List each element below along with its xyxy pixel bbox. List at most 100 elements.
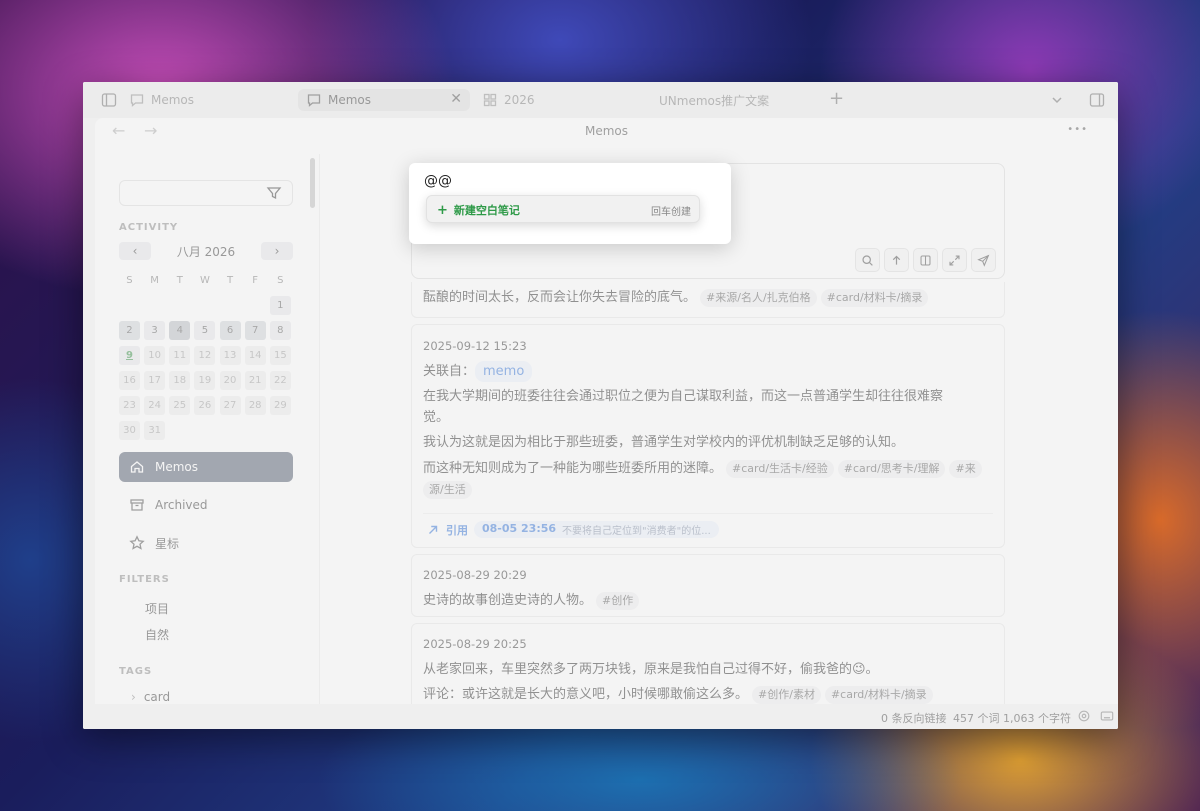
status-bar: 0 条反向链接 457 个词 1,063 个字符 — [83, 704, 1118, 729]
memo-tag[interactable]: 源/生活 — [423, 481, 472, 499]
memo-tag[interactable]: #创作/素材 — [752, 686, 821, 704]
calendar-day[interactable]: 7 — [244, 321, 266, 340]
memo-tag[interactable]: #card/生活卡/经验 — [726, 460, 834, 478]
calendar-day[interactable]: 6 — [219, 321, 241, 340]
calendar-day[interactable]: 16 — [119, 371, 140, 390]
related-prefix: 关联自： — [423, 364, 476, 379]
filter-item-project[interactable]: 项目 — [145, 600, 169, 617]
send-button[interactable] — [971, 248, 996, 272]
calendar-day[interactable]: 10 — [144, 346, 166, 365]
keyboard-icon[interactable] — [1100, 709, 1114, 726]
calendar-day[interactable]: 28 — [244, 396, 266, 415]
tab-2026[interactable]: 2026 — [482, 90, 535, 110]
tab-label: Memos — [328, 93, 372, 107]
memo-reference[interactable]: 引用 08-05 23:56 不要将自己定位到"消费者"的位... — [426, 521, 719, 538]
memo-tag-wrap: 源/生活 — [423, 479, 993, 500]
calendar-week: 23 24 25 26 27 28 29 — [119, 393, 295, 418]
memo-text: 从老家回来，车里突然多了两万块钱，原来是我怕自己过得不好，偷我爸的😉。 — [423, 662, 879, 677]
upload-button[interactable] — [884, 248, 909, 272]
archive-icon — [129, 497, 145, 513]
calendar-day[interactable]: 8 — [269, 321, 291, 340]
calendar-day[interactable]: 25 — [169, 396, 191, 415]
related-memo-link[interactable]: memo — [475, 361, 533, 382]
home-icon — [129, 459, 145, 475]
memo-tag[interactable]: #来源/名人/扎克伯格 — [700, 289, 817, 307]
memo-card[interactable]: 2025-09-12 15:23 关联自： memo 在我大学期间的班委往往会通过… — [411, 324, 1005, 548]
tab-list-button[interactable] — [1049, 90, 1065, 110]
calendar-day[interactable]: 17 — [144, 371, 166, 390]
toggle-right-sidebar-button[interactable] — [1089, 90, 1105, 110]
memo-text: 史诗的故事创造史诗的人物。 — [423, 593, 593, 608]
calendar-day[interactable]: 26 — [194, 396, 216, 415]
memo-tag[interactable]: #card/材料卡/摘录 — [820, 289, 929, 307]
calendar-day[interactable]: 18 — [169, 371, 191, 390]
calendar-day[interactable]: 3 — [144, 321, 166, 340]
calendar-day[interactable]: 13 — [219, 346, 241, 365]
more-options-button[interactable]: ••• — [1067, 124, 1088, 135]
tab-label: Memos — [151, 93, 195, 107]
memo-card[interactable]: 2025-08-29 20:29 史诗的故事创造史诗的人物。 #创作 — [411, 554, 1005, 617]
char-count: 1,063 个字符 — [1003, 712, 1071, 725]
calendar-day[interactable]: 27 — [219, 396, 241, 415]
toggle-sidebar-button[interactable] — [101, 90, 117, 110]
search-button[interactable] — [855, 248, 880, 272]
new-tab-button[interactable]: + — [829, 88, 844, 109]
sidebar-item-memos[interactable]: Memos — [119, 452, 293, 482]
calendar-day[interactable]: 19 — [194, 371, 216, 390]
calendar-day[interactable]: 14 — [244, 346, 266, 365]
next-month-button[interactable]: › — [261, 242, 293, 260]
tab-memos-inactive[interactable]: Memos — [129, 90, 194, 110]
sync-status-icon[interactable] — [1077, 709, 1091, 726]
search-input[interactable] — [119, 180, 293, 206]
calendar-day[interactable]: 22 — [269, 371, 291, 390]
calendar-day[interactable]: 12 — [194, 346, 216, 365]
calendar-day[interactable]: 1 — [269, 296, 291, 315]
calendar-day[interactable]: 11 — [169, 346, 191, 365]
filter-icon[interactable] — [266, 185, 282, 201]
editor-text[interactable]: @@ — [424, 173, 452, 189]
calendar-day[interactable]: 5 — [194, 321, 216, 340]
tab-unmemos-doc[interactable]: UNmemos推广文案 — [659, 90, 769, 110]
calendar-day[interactable]: 24 — [144, 396, 166, 415]
memo-text: 我认为这就是因为相比于那些班委，普通学生对学校内的评优机制缺乏足够的认知。 — [423, 435, 905, 450]
memo-tag[interactable]: #card/思考卡/理解 — [837, 460, 946, 478]
memo-tag[interactable]: #card/材料卡/摘录 — [824, 686, 933, 704]
editor-spotlight[interactable]: @@ + 新建空白笔记 回车创建 — [409, 163, 731, 244]
weekday: T — [176, 275, 183, 286]
calendar-week: 2 3 4 5 6 7 8 — [119, 318, 295, 343]
calendar-day[interactable]: 15 — [269, 346, 291, 365]
sidebar-scrollbar[interactable] — [310, 158, 315, 208]
sidebar-item-label: Archived — [155, 498, 208, 512]
calendar-day[interactable]: 20 — [219, 371, 241, 390]
memo-card[interactable]: 酝酿的时间太长，反而会让你失去冒险的底气。 #来源/名人/扎克伯格 #card/材料… — [411, 282, 1005, 318]
calendar-day[interactable]: 30 — [119, 421, 140, 440]
tag-item-card[interactable]: › card — [131, 690, 170, 704]
page-title: Memos — [584, 124, 629, 138]
calendar-week: 30 31 — [119, 418, 295, 443]
memo-timestamp: 2025-08-29 20:29 — [423, 568, 527, 582]
reference-chip[interactable]: 08-05 23:56 不要将自己定位到"消费者"的位... — [474, 521, 719, 538]
calendar-day[interactable]: 4 — [169, 321, 191, 340]
sidebar-divider — [319, 154, 320, 704]
calendar-day[interactable]: 31 — [144, 421, 166, 440]
backlinks-count[interactable]: 0 条反向链接 — [881, 710, 947, 726]
memo-tag[interactable]: #创作 — [596, 592, 640, 610]
calendar-day-empty — [220, 296, 241, 315]
suggestion-new-note[interactable]: + 新建空白笔记 回车创建 — [426, 195, 700, 223]
sidebar-item-starred[interactable]: 星标 — [119, 528, 293, 558]
calendar-day-today[interactable]: 9 — [119, 346, 140, 365]
calendar-day[interactable]: 29 — [269, 396, 291, 415]
expand-button[interactable] — [942, 248, 967, 272]
chat-bubble-icon — [129, 92, 145, 108]
memo-related: 关联自： memo — [423, 361, 993, 382]
close-tab-button[interactable]: ✕ — [450, 91, 462, 107]
sidebar-item-archived[interactable]: Archived — [119, 490, 293, 520]
memo-tag[interactable]: #来 — [949, 460, 982, 478]
tab-bar: Memos Memos ✕ 2026 UNmemos推广文案 + — [83, 82, 1118, 118]
split-view-button[interactable] — [913, 248, 938, 272]
tab-memos-active[interactable]: Memos ✕ — [298, 89, 470, 111]
calendar-day[interactable]: 2 — [119, 321, 140, 340]
filter-item-nature[interactable]: 自然 — [145, 626, 169, 643]
calendar-day[interactable]: 21 — [244, 371, 266, 390]
calendar-day[interactable]: 23 — [119, 396, 140, 415]
